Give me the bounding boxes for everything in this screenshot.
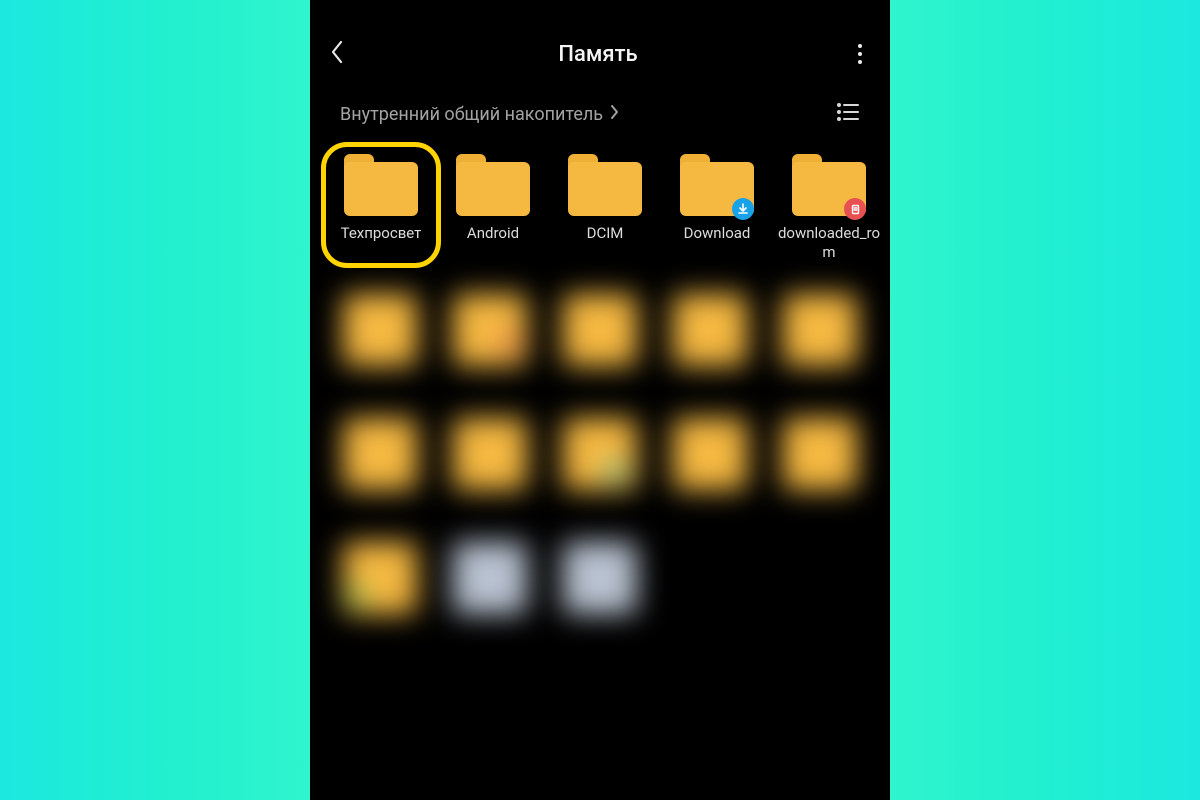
folder-label: Техпросвет	[326, 224, 436, 243]
folder-icon	[568, 154, 642, 216]
folder-downloaded-rom[interactable]: downloaded_rom	[774, 148, 884, 262]
breadcrumb-row: Внутренний общий накопитель	[310, 84, 890, 138]
blurred-row	[310, 520, 890, 644]
blurred-row	[310, 272, 890, 396]
phone-frame: Память Внутренний общий накопитель Техпр…	[310, 0, 890, 800]
folder-android[interactable]: Android	[438, 148, 548, 262]
folder-icon	[456, 154, 530, 216]
file-badge-icon	[844, 198, 866, 220]
folder-tehprosvet[interactable]: Техпросвет	[326, 148, 436, 262]
download-badge-icon	[732, 198, 754, 220]
blurred-row	[310, 396, 890, 520]
list-view-toggle-icon[interactable]	[836, 102, 860, 126]
folder-label: Download	[662, 224, 772, 243]
folder-label: Android	[438, 224, 548, 243]
folder-label: DCIM	[550, 224, 660, 243]
folder-icon	[792, 154, 866, 216]
folder-icon	[680, 154, 754, 216]
breadcrumb[interactable]: Внутренний общий накопитель	[340, 104, 620, 125]
breadcrumb-label: Внутренний общий накопитель	[340, 104, 603, 125]
folder-grid: Техпросвет Android DCIM Download	[310, 138, 890, 272]
overflow-menu-icon[interactable]	[848, 44, 872, 64]
folder-icon	[344, 154, 418, 216]
status-bar	[310, 0, 890, 24]
app-header: Память	[310, 24, 890, 84]
chevron-right-icon	[609, 104, 620, 125]
folder-label: downloaded_rom	[774, 224, 884, 262]
page-title: Память	[348, 42, 848, 67]
back-icon[interactable]	[328, 38, 348, 70]
folder-download[interactable]: Download	[662, 148, 772, 262]
folder-dcim[interactable]: DCIM	[550, 148, 660, 262]
